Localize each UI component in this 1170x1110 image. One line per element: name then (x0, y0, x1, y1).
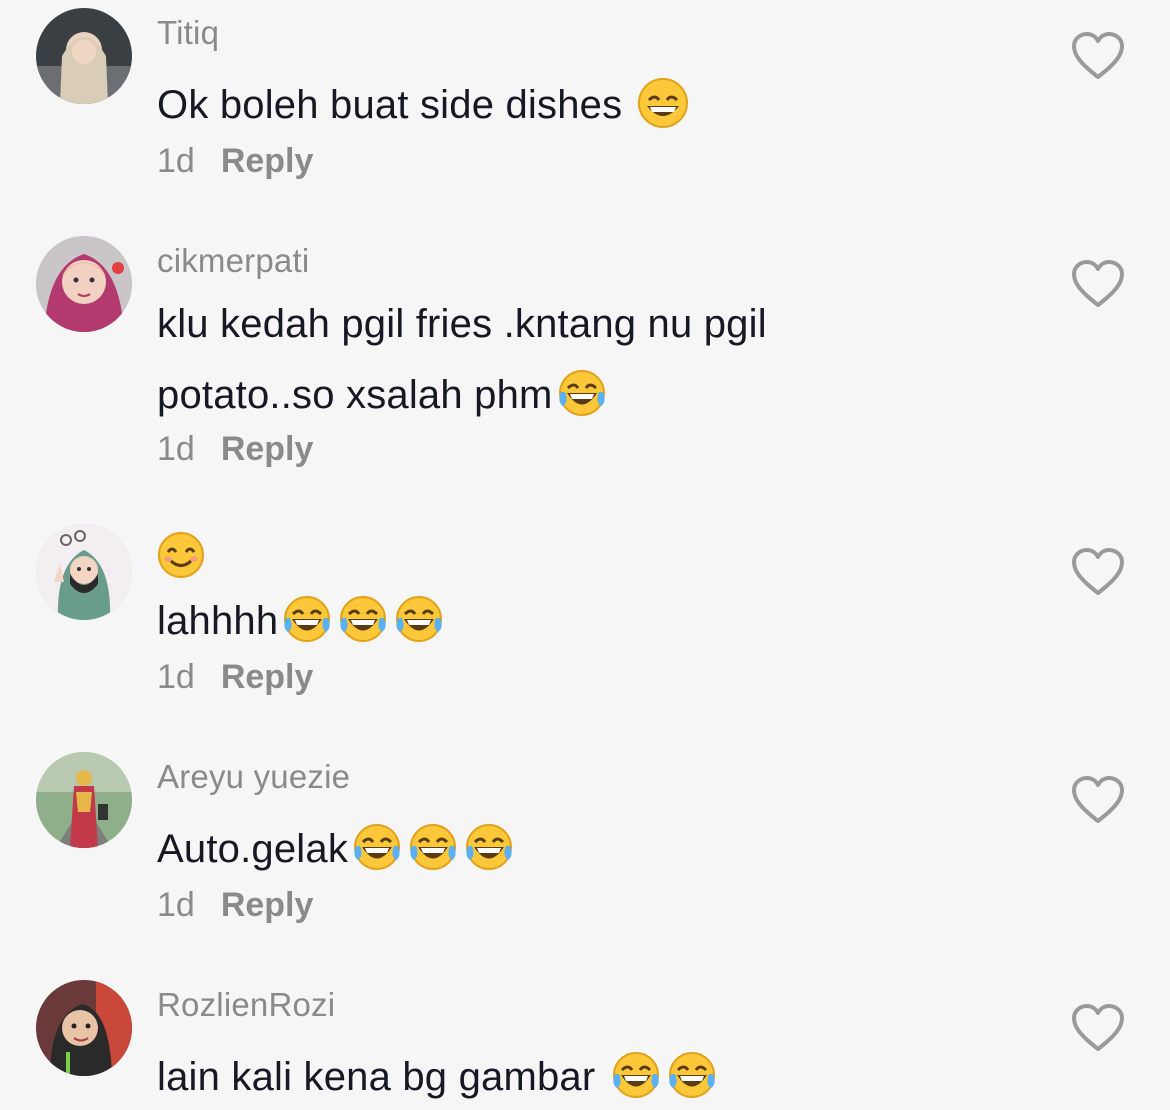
tears-of-joy-emoji (462, 820, 516, 874)
top-emoji-line (157, 528, 211, 582)
tears-of-joy-emoji (350, 820, 404, 874)
comment-time: 1d (157, 430, 195, 468)
reply-button[interactable]: Reply (221, 886, 314, 924)
comment-meta: 1d Reply (157, 886, 313, 925)
tears-of-joy-emoji (609, 1048, 663, 1102)
tears-of-joy-emoji (406, 820, 460, 874)
comment-username[interactable]: RozlienRozi (157, 986, 335, 1024)
heart-outline-icon[interactable] (1070, 546, 1126, 598)
avatar[interactable] (36, 980, 132, 1076)
reply-button[interactable]: Reply (221, 430, 314, 468)
heart-outline-icon[interactable] (1070, 774, 1126, 826)
heart-outline-icon[interactable] (1070, 1002, 1126, 1054)
comment-text: Ok boleh buat side dishes (157, 76, 690, 130)
tears-of-joy-emoji (555, 366, 609, 420)
grinning-face-emoji (636, 76, 690, 130)
comment-meta: 1d Reply (157, 142, 313, 181)
reply-button[interactable]: Reply (221, 142, 314, 180)
comment-text: Auto.gelak (157, 820, 516, 874)
comment-meta: 1d Reply (157, 658, 313, 697)
comment-username[interactable]: cikmerpati (157, 242, 309, 280)
comment-username[interactable]: Titiq (157, 14, 219, 52)
tears-of-joy-emoji (392, 592, 446, 646)
avatar[interactable] (36, 524, 132, 620)
comment-username[interactable]: Areyu yuezie (157, 758, 350, 796)
comment-text: potato..so xsalah phm (157, 366, 609, 420)
tears-of-joy-emoji (665, 1048, 719, 1102)
comment-time: 1d (157, 886, 195, 924)
reply-button[interactable]: Reply (221, 658, 314, 696)
tears-of-joy-emoji (280, 592, 334, 646)
comment-text-line: klu kedah pgil fries .kntang nu pgil (157, 302, 767, 346)
avatar[interactable] (36, 236, 132, 332)
comment-time: 1d (157, 142, 195, 180)
heart-outline-icon[interactable] (1070, 258, 1126, 310)
comment-text: lain kali kena bg gambar (157, 1048, 719, 1102)
comment-time: 1d (157, 658, 195, 696)
tears-of-joy-emoji (336, 592, 390, 646)
heart-outline-icon[interactable] (1070, 30, 1126, 82)
comment-text: lahhhh (157, 592, 446, 646)
avatar[interactable] (36, 752, 132, 848)
avatar[interactable] (36, 8, 132, 104)
comment-meta: 1d Reply (157, 430, 313, 469)
smiling-face-emoji (157, 528, 211, 582)
